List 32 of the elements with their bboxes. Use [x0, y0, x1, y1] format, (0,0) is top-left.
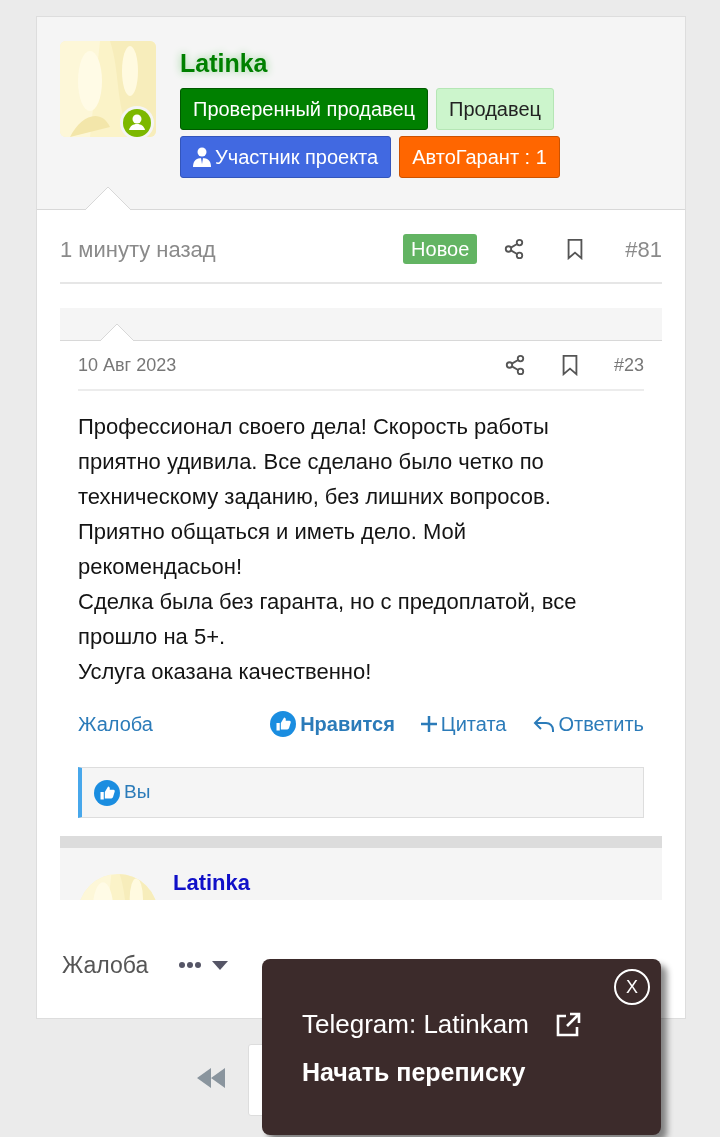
- new-badge: Новое: [403, 234, 478, 264]
- post-text: Профессионал своего дела! Скорость работы приятно удивила. Все сделано было четко по техническому заданию, без лишних вопросов. Приятно общаться и иметь дело. Мой рекомендасьон!: [78, 413, 552, 581]
- person-icon: [193, 147, 211, 167]
- thumbs-up-icon: [94, 779, 120, 806]
- first-page-icon[interactable]: [197, 1068, 225, 1088]
- user-badge: Проверенный продавец: [180, 88, 428, 130]
- report-link[interactable]: Жалоба: [62, 948, 149, 983]
- plus-icon: [420, 716, 437, 732]
- report-link[interactable]: Жалоба: [78, 709, 271, 739]
- post-text: Услуга оказана качественно!: [78, 658, 373, 686]
- reply-button[interactable]: Ответить: [532, 709, 644, 739]
- user-badge: Продавец: [436, 88, 554, 130]
- thumbs-up-icon: [270, 711, 297, 737]
- share-icon[interactable]: [503, 238, 526, 260]
- telegram-link[interactable]: Telegram: Latinkam: [302, 1005, 529, 1044]
- liked-by-link[interactable]: Вы: [124, 778, 151, 807]
- like-button[interactable]: Нравится: [270, 709, 395, 739]
- external-link-icon[interactable]: [554, 1011, 581, 1038]
- post-number[interactable]: #23: [613, 351, 644, 379]
- close-button[interactable]: X: [614, 969, 650, 1005]
- post-number[interactable]: #81: [625, 232, 662, 266]
- username[interactable]: Latinka: [180, 41, 610, 85]
- start-chat-link[interactable]: Начать переписку: [302, 1054, 526, 1092]
- post-date[interactable]: 10 Авг 2023: [78, 351, 504, 379]
- share-icon[interactable]: [503, 354, 526, 376]
- post-time[interactable]: 1 минуту назад: [60, 232, 404, 266]
- user-badge: Участник проекта: [180, 136, 392, 178]
- post-text: Сделка была без гаранта, но с предоплатой, все прошло на 5+.: [78, 588, 578, 651]
- username[interactable]: Latinka: [173, 866, 251, 899]
- user-badge: АвтоГарант : 1: [399, 136, 560, 178]
- reply-icon: [532, 714, 555, 734]
- quote-button[interactable]: Цитата: [420, 709, 507, 739]
